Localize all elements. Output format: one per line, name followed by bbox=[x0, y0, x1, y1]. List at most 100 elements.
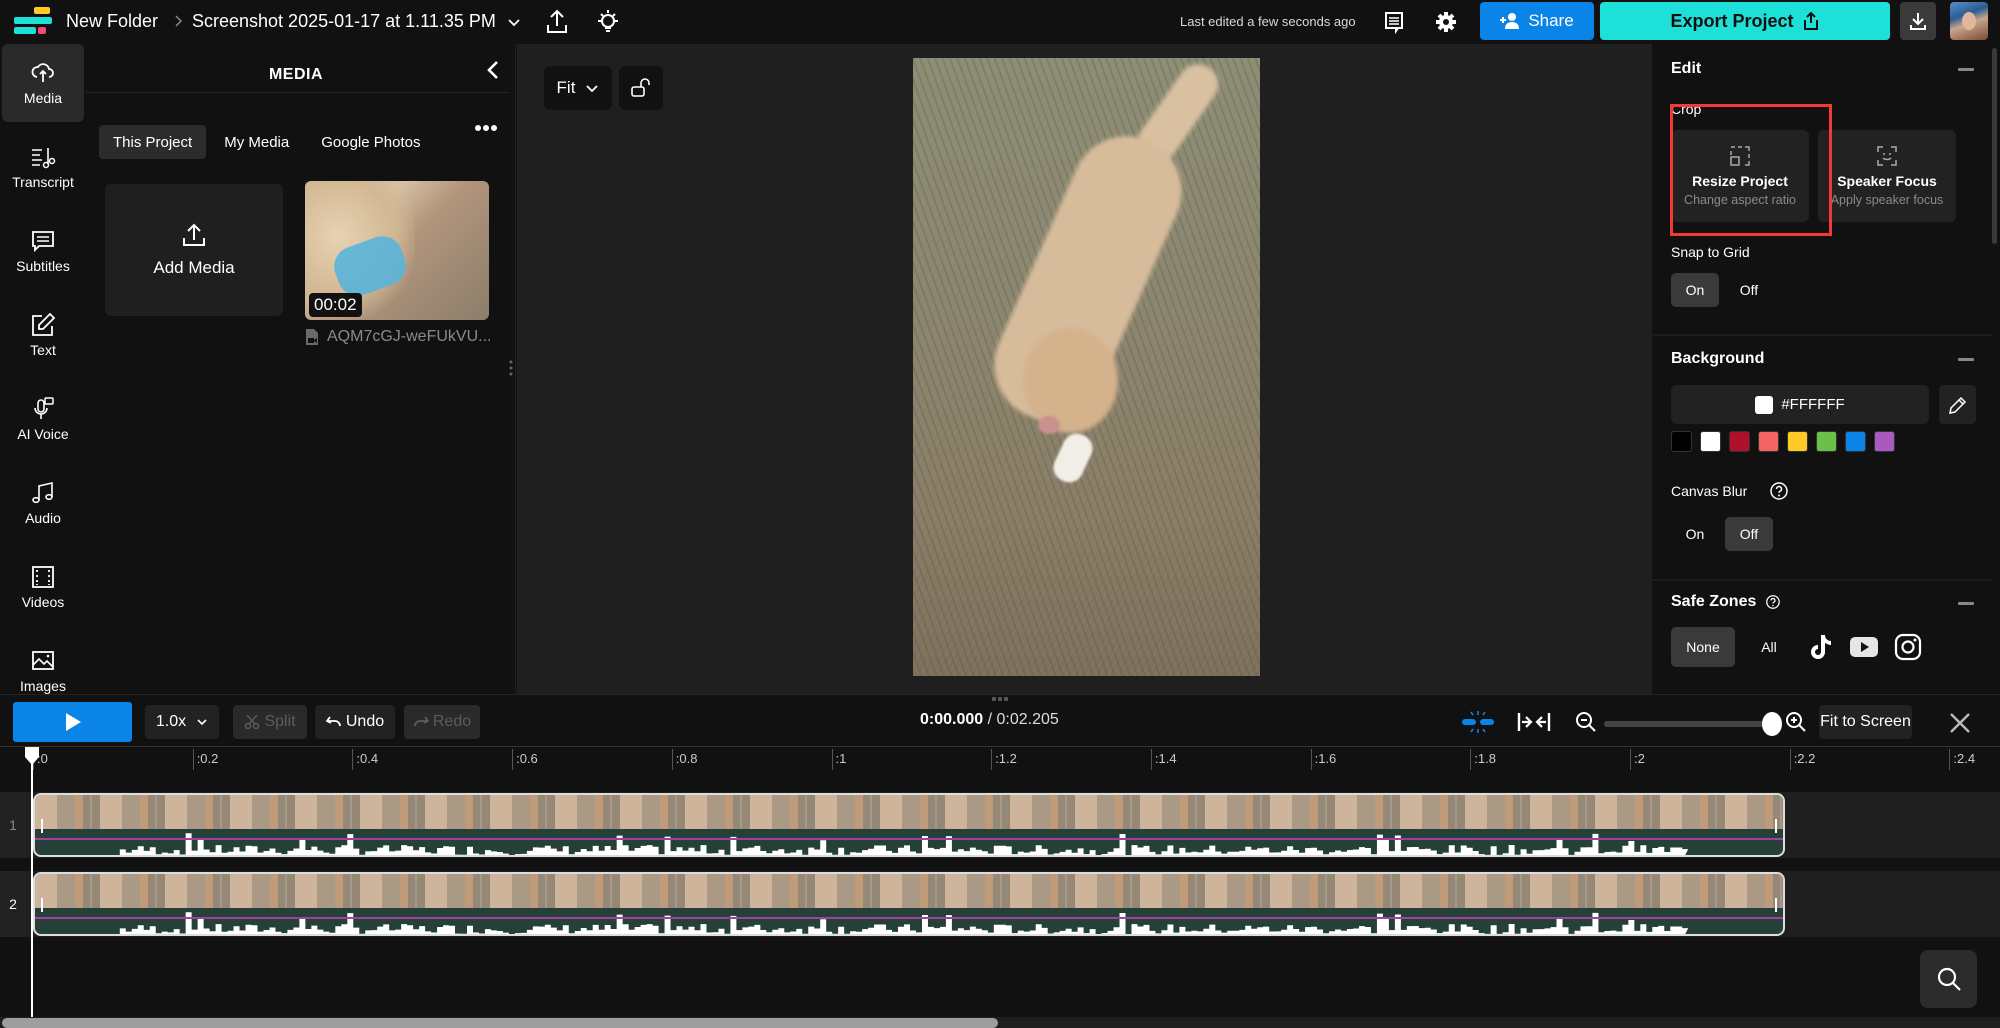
sidebar-item-text[interactable]: Text bbox=[2, 296, 84, 374]
collapse-icon[interactable] bbox=[1958, 68, 1974, 71]
swatch-white[interactable] bbox=[1700, 431, 1721, 452]
tab-my-media[interactable]: My Media bbox=[210, 125, 303, 159]
share-button[interactable]: Share bbox=[1480, 2, 1594, 40]
waveform-path bbox=[119, 833, 1689, 855]
fit-to-screen-button[interactable]: Fit to Screen bbox=[1819, 705, 1912, 739]
redo-button[interactable]: Redo bbox=[404, 705, 480, 739]
timeline-tracks: 1 2 bbox=[0, 770, 2000, 1020]
chevron-left-icon[interactable] bbox=[482, 58, 506, 82]
clip-trim-handle-left[interactable] bbox=[41, 819, 43, 833]
zoom-slider-thumb[interactable] bbox=[1762, 712, 1782, 736]
sidebar-item-transcript[interactable]: Transcript bbox=[2, 128, 84, 206]
lightbulb-icon[interactable] bbox=[594, 8, 622, 36]
collapse-gaps-icon[interactable] bbox=[1516, 711, 1552, 733]
sidebar-item-subtitles[interactable]: Subtitles bbox=[2, 212, 84, 290]
swatch-yellow[interactable] bbox=[1787, 431, 1808, 452]
upload-icon[interactable] bbox=[544, 8, 570, 36]
subtitles-icon bbox=[32, 231, 54, 253]
clip-trim-handle-left[interactable] bbox=[41, 898, 43, 912]
clip-trim-handle-right[interactable] bbox=[1775, 898, 1777, 912]
sidebar-item-ai-voice[interactable]: AI Voice bbox=[2, 380, 84, 458]
tab-this-project[interactable]: This Project bbox=[99, 125, 207, 159]
blur-off-button[interactable]: Off bbox=[1725, 517, 1773, 551]
swatch-blue[interactable] bbox=[1845, 431, 1866, 452]
snap-off-button[interactable]: Off bbox=[1725, 273, 1773, 307]
timeline-scrollbar-thumb[interactable] bbox=[2, 1018, 998, 1028]
comments-icon[interactable] bbox=[1382, 10, 1406, 34]
add-media-label: Add Media bbox=[153, 258, 235, 277]
export-label: Export Project bbox=[1670, 10, 1794, 31]
audio-waveform bbox=[119, 833, 1689, 855]
text-edit-icon bbox=[32, 312, 56, 336]
download-button[interactable] bbox=[1900, 2, 1936, 40]
panel-scrollbar[interactable] bbox=[1992, 48, 1997, 244]
swatch-coral[interactable] bbox=[1758, 431, 1779, 452]
swatch-green[interactable] bbox=[1816, 431, 1837, 452]
undo-button[interactable]: Undo bbox=[315, 705, 395, 739]
export-project-button[interactable]: Export Project bbox=[1600, 2, 1890, 40]
sidebar-item-label: Audio bbox=[25, 510, 61, 526]
background-color-input[interactable]: #FFFFFF bbox=[1671, 385, 1929, 424]
safe-zone-youtube-button[interactable] bbox=[1847, 630, 1881, 664]
swatch-purple[interactable] bbox=[1874, 431, 1895, 452]
video-clip[interactable] bbox=[33, 793, 1785, 857]
color-hex-value: #FFFFFF bbox=[1781, 396, 1845, 413]
video-clip[interactable] bbox=[33, 872, 1785, 936]
fit-dropdown[interactable]: Fit bbox=[544, 66, 612, 110]
music-note-icon bbox=[32, 481, 53, 504]
magnet-snap-icon[interactable] bbox=[1460, 709, 1496, 735]
breadcrumb-folder[interactable]: New Folder bbox=[66, 11, 158, 32]
playback-speed-dropdown[interactable]: 1.0x bbox=[145, 705, 219, 739]
snap-on-button[interactable]: On bbox=[1671, 273, 1719, 307]
zoom-out-icon[interactable] bbox=[1574, 710, 1598, 734]
help-icon[interactable] bbox=[1770, 482, 1788, 500]
speaker-focus-card[interactable]: Speaker Focus Apply speaker focus bbox=[1818, 130, 1956, 222]
clip-thumbnails bbox=[35, 874, 1783, 908]
playhead-line[interactable] bbox=[31, 760, 33, 1028]
user-avatar[interactable] bbox=[1950, 2, 1988, 40]
volume-line[interactable] bbox=[35, 838, 1783, 840]
timeline-zoom-slider[interactable] bbox=[1604, 721, 1772, 727]
play-button[interactable] bbox=[13, 702, 132, 742]
help-icon[interactable] bbox=[1766, 595, 1780, 609]
gear-icon[interactable] bbox=[1434, 10, 1458, 34]
safe-zone-none-button[interactable]: None bbox=[1671, 627, 1735, 667]
sidebar-item-audio[interactable]: Audio bbox=[2, 464, 84, 542]
close-icon[interactable] bbox=[1948, 711, 1972, 735]
swatch-red[interactable] bbox=[1729, 431, 1750, 452]
clip-trim-handle-right[interactable] bbox=[1775, 819, 1777, 833]
top-bar: New Folder Screenshot 2025-01-17 at 1.11… bbox=[0, 0, 2000, 44]
sidebar-item-videos[interactable]: Videos bbox=[2, 548, 84, 626]
project-title[interactable]: Screenshot 2025-01-17 at 1.11.35 PM bbox=[192, 11, 496, 32]
video-canvas[interactable] bbox=[913, 58, 1260, 676]
search-button[interactable] bbox=[1920, 950, 1977, 1008]
chevron-down-icon[interactable] bbox=[506, 14, 522, 30]
eyedropper-button[interactable] bbox=[1939, 385, 1976, 424]
total-time: / 0:02.205 bbox=[987, 711, 1059, 728]
media-item-filename[interactable]: AQM7cGJ-weFUkVU... bbox=[305, 328, 491, 346]
more-options-icon[interactable] bbox=[474, 122, 498, 134]
resize-handle-icon[interactable] bbox=[509, 360, 513, 376]
add-media-button[interactable]: Add Media bbox=[105, 184, 283, 316]
drag-handle-icon[interactable] bbox=[992, 697, 1008, 702]
current-time: 0:00.000 bbox=[920, 711, 984, 728]
safe-zone-all-button[interactable]: All bbox=[1745, 627, 1793, 667]
collapse-icon[interactable] bbox=[1958, 602, 1974, 605]
media-item-thumbnail[interactable]: 00:02 bbox=[305, 181, 489, 320]
collapse-icon[interactable] bbox=[1958, 358, 1974, 361]
safe-zone-instagram-button[interactable] bbox=[1891, 630, 1925, 664]
split-button[interactable]: Split bbox=[233, 705, 307, 739]
aspect-lock-button[interactable] bbox=[619, 66, 663, 110]
zoom-in-icon[interactable] bbox=[1784, 710, 1808, 734]
tab-google-photos[interactable]: Google Photos bbox=[307, 125, 434, 159]
timeline-ruler[interactable]: :0:0.2:0.4:0.6:0.8:1:1.2:1.4:1.6:1.8:2:2… bbox=[0, 746, 2000, 771]
volume-line[interactable] bbox=[35, 917, 1783, 919]
app-logo[interactable] bbox=[12, 7, 52, 35]
sidebar-item-media[interactable]: Media bbox=[2, 44, 84, 122]
safe-zone-tiktok-button[interactable] bbox=[1803, 630, 1837, 664]
track-number: 1 bbox=[0, 792, 26, 858]
sidebar-item-label: Text bbox=[30, 342, 56, 358]
blur-on-button[interactable]: On bbox=[1671, 517, 1719, 551]
time-readout: 0:00.000 / 0:02.205 bbox=[920, 711, 1059, 729]
swatch-black[interactable] bbox=[1671, 431, 1692, 452]
